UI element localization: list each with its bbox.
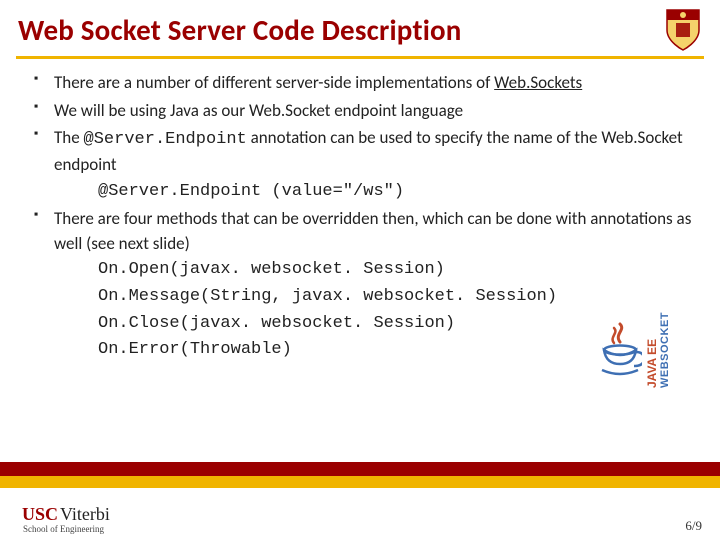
java-cup-icon xyxy=(598,320,642,380)
sub-line: On.Message(String, javax. websocket. Ses… xyxy=(98,285,696,310)
bullet-text: There are a number of different server-s… xyxy=(54,72,494,93)
bullet-text: @Server.Endpoint xyxy=(84,130,247,149)
java-ee-websocket-badge: JAVA EE WEBSOCKET xyxy=(598,312,672,388)
badge-websocket: WEBSOCKET xyxy=(659,312,671,388)
bullet-text: There are four methods that can be overr… xyxy=(54,208,691,254)
footer-band xyxy=(0,462,720,488)
logo-viterbi-text: Viterbi xyxy=(60,505,110,523)
bullet-text: We will be using Java as our Web.Socket … xyxy=(54,100,463,121)
badge-text: JAVA EE WEBSOCKET xyxy=(646,312,672,388)
sub-line: @Server.Endpoint (value="/ws") xyxy=(98,180,696,205)
sub-line: On.Open(javax. websocket. Session) xyxy=(98,258,696,283)
bullet-item: There are a number of different server-s… xyxy=(34,71,696,96)
page-number: 6/9 xyxy=(685,518,702,534)
bullet-item: The @Server.Endpoint annotation can be u… xyxy=(34,126,696,204)
title-divider xyxy=(16,56,704,59)
usc-viterbi-logo: USC Viterbi School of Engineering xyxy=(22,505,110,534)
slide-container: Web Socket Server Code Description There… xyxy=(0,0,720,540)
logo-usc-text: USC xyxy=(22,505,58,523)
bullet-text: The xyxy=(54,127,84,148)
slide-title: Web Socket Server Code Description xyxy=(18,12,462,48)
bullet-text: Web.Sockets xyxy=(494,72,582,93)
bullet-item: We will be using Java as our Web.Socket … xyxy=(34,99,696,124)
badge-java-ee: JAVA EE xyxy=(645,339,659,388)
title-bar: Web Socket Server Code Description xyxy=(0,0,720,56)
logo-school-text: School of Engineering xyxy=(23,525,110,534)
footer-area: USC Viterbi School of Engineering 6/9 xyxy=(0,488,720,540)
usc-shield-icon xyxy=(664,8,702,52)
